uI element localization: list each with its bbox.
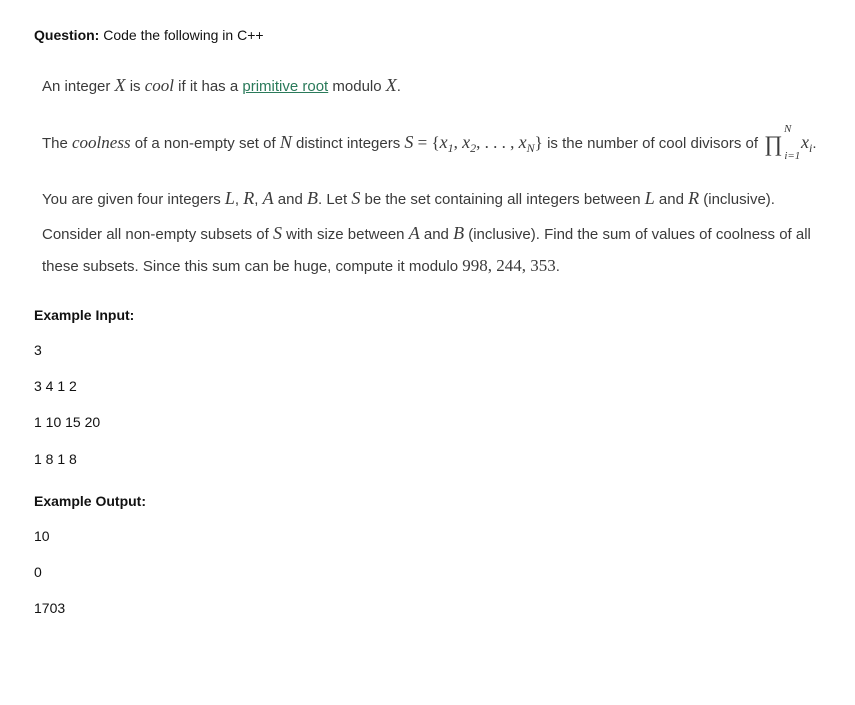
output-line: 0	[34, 561, 821, 583]
math-x1: x	[440, 132, 448, 152]
math-modulus: 998, 244, 353	[462, 256, 556, 275]
math-X: X	[386, 75, 397, 95]
text: is the number of cool divisors of	[547, 135, 762, 152]
product-symbol: ∏Ni=1	[764, 133, 782, 155]
math-B: B	[453, 223, 464, 243]
math-B: B	[307, 188, 318, 208]
text: ,	[454, 133, 463, 152]
text: The	[42, 135, 72, 152]
text: and	[655, 191, 688, 208]
output-line: 10	[34, 525, 821, 547]
text: = {	[413, 133, 439, 152]
text: .	[812, 135, 816, 152]
prod-lower: i=1	[784, 151, 800, 162]
primitive-root-link[interactable]: primitive root	[242, 78, 328, 95]
text: of a non-empty set of	[131, 135, 280, 152]
term-cool: cool	[145, 76, 174, 95]
problem-statement: An integer X is cool if it has a primiti…	[34, 68, 821, 282]
text: and	[420, 226, 453, 243]
math-S: S	[351, 188, 360, 208]
math-N: N	[280, 132, 292, 152]
term-coolness: coolness	[72, 133, 131, 152]
text: You are given four integers	[42, 191, 225, 208]
example-input-label: Example Input:	[34, 304, 821, 326]
math-R: R	[688, 188, 699, 208]
math-A: A	[263, 188, 274, 208]
text: if it has a	[174, 78, 242, 95]
question-label: Question:	[34, 27, 99, 43]
input-line: 1 8 1 8	[34, 448, 821, 470]
math-xi: x	[801, 132, 809, 152]
text: be the set containing all integers betwe…	[360, 191, 644, 208]
input-line: 1 10 15 20	[34, 411, 821, 433]
math-S: S	[273, 223, 282, 243]
paragraph-3: You are given four integers L, R, A and …	[42, 181, 821, 282]
text: , . . . ,	[476, 133, 519, 152]
math-L: L	[645, 188, 655, 208]
text: .	[397, 78, 401, 95]
text: with size between	[282, 226, 409, 243]
output-line: 1703	[34, 597, 821, 619]
text: modulo	[328, 78, 386, 95]
paragraph-2: The coolness of a non-empty set of N dis…	[42, 125, 821, 160]
text: ,	[254, 191, 262, 208]
text: and	[274, 191, 307, 208]
text: . Let	[318, 191, 351, 208]
text: .	[556, 258, 560, 275]
math-X: X	[115, 75, 126, 95]
input-line: 3	[34, 339, 821, 361]
question-text: Code the following in C++	[103, 27, 263, 43]
text: ,	[235, 191, 243, 208]
text: }	[535, 133, 547, 152]
text: distinct integers	[292, 135, 405, 152]
input-line: 3 4 1 2	[34, 375, 821, 397]
text: An integer	[42, 78, 115, 95]
math-x2: x	[462, 132, 470, 152]
math-xN: x	[519, 132, 527, 152]
paragraph-1: An integer X is cool if it has a primiti…	[42, 68, 821, 102]
text: is	[126, 78, 145, 95]
math-R: R	[243, 188, 254, 208]
math-L: L	[225, 188, 235, 208]
math-A: A	[409, 223, 420, 243]
prod-upper: N	[784, 124, 791, 135]
question-line: Question: Code the following in C++	[34, 24, 821, 46]
example-output-label: Example Output:	[34, 490, 821, 512]
math-sub: N	[527, 141, 535, 155]
